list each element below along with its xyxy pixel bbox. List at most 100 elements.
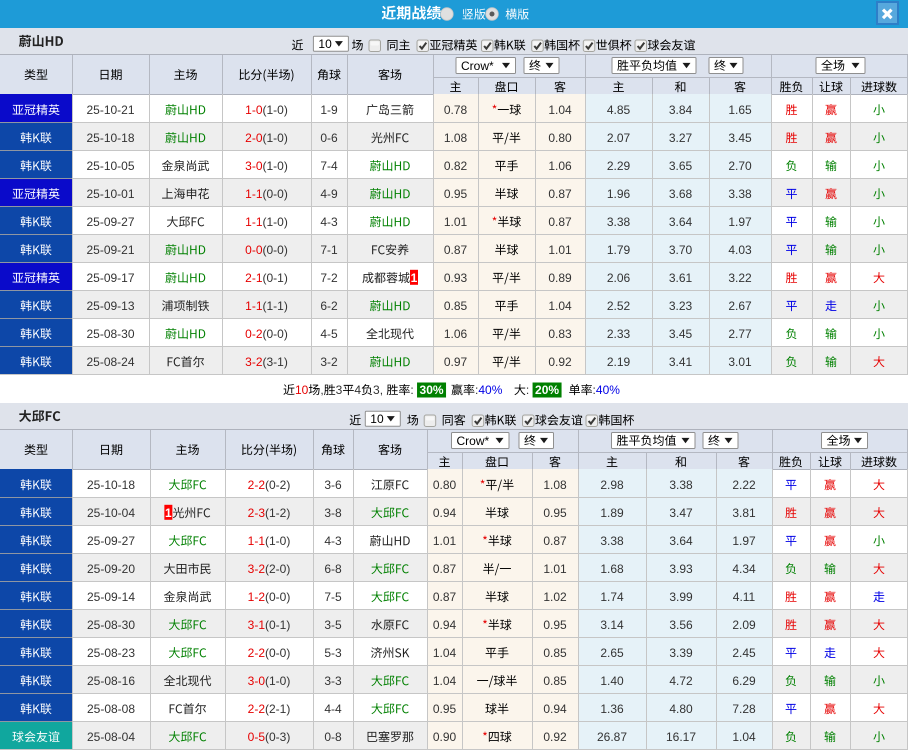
svg-text:2.65: 2.65 <box>600 646 624 660</box>
svg-text:25-10-21: 25-10-21 <box>86 103 134 117</box>
svg-text:Crow*: Crow* <box>457 434 490 448</box>
svg-text:0-8: 0-8 <box>324 730 342 744</box>
svg-text:0.89: 0.89 <box>548 271 572 285</box>
svg-text:0.80: 0.80 <box>548 131 572 145</box>
svg-text:0.94: 0.94 <box>433 506 457 520</box>
svg-text:25-08-24: 25-08-24 <box>86 355 134 369</box>
svg-text:25-08-23: 25-08-23 <box>87 646 135 660</box>
svg-text:3.41: 3.41 <box>669 355 693 369</box>
svg-text:0.94: 0.94 <box>543 702 567 716</box>
svg-text:10: 10 <box>318 37 332 51</box>
svg-text:2-2: 2-2 <box>248 702 266 716</box>
svg-text:0.93: 0.93 <box>444 271 468 285</box>
svg-text:25-10-05: 25-10-05 <box>86 159 134 173</box>
svg-text:40%: 40% <box>596 383 620 397</box>
svg-text:25-08-08: 25-08-08 <box>87 702 135 716</box>
svg-text:1.89: 1.89 <box>600 506 624 520</box>
svg-text:1.40: 1.40 <box>600 674 624 688</box>
svg-text:4-3: 4-3 <box>324 534 342 548</box>
svg-text:1: 1 <box>411 271 418 285</box>
svg-text:3.22: 3.22 <box>728 271 752 285</box>
svg-text:(0-1): (0-1) <box>263 271 288 285</box>
svg-text:4.11: 4.11 <box>733 590 756 604</box>
svg-text:(1-0): (1-0) <box>265 534 290 548</box>
svg-text:1.74: 1.74 <box>600 590 624 604</box>
svg-text:3.56: 3.56 <box>669 618 693 632</box>
svg-text:0.83: 0.83 <box>548 327 572 341</box>
svg-text:2.67: 2.67 <box>728 299 752 313</box>
svg-text:25-08-04: 25-08-04 <box>87 730 135 744</box>
svg-text:1.04: 1.04 <box>548 299 572 313</box>
svg-text:0.94: 0.94 <box>433 618 457 632</box>
svg-text:3-3: 3-3 <box>324 674 342 688</box>
svg-text:(1-1): (1-1) <box>263 299 288 313</box>
svg-text:1-0: 1-0 <box>245 103 263 117</box>
svg-text:2.70: 2.70 <box>728 159 752 173</box>
svg-text:2.06: 2.06 <box>607 271 631 285</box>
svg-text:1.97: 1.97 <box>732 534 756 548</box>
svg-text:2-0: 2-0 <box>245 131 263 145</box>
svg-text:25-08-16: 25-08-16 <box>87 674 135 688</box>
svg-text:(1-0): (1-0) <box>265 674 290 688</box>
svg-text:0.87: 0.87 <box>548 215 572 229</box>
svg-text:(2-0): (2-0) <box>265 562 290 576</box>
svg-text:3-0: 3-0 <box>248 674 266 688</box>
svg-text:25-09-27: 25-09-27 <box>86 215 134 229</box>
svg-text:1.08: 1.08 <box>543 478 567 492</box>
svg-text:1.08: 1.08 <box>444 131 468 145</box>
svg-text:25-09-17: 25-09-17 <box>86 271 134 285</box>
svg-text:1.97: 1.97 <box>728 215 752 229</box>
svg-text:25-08-30: 25-08-30 <box>87 618 135 632</box>
svg-text:1.79: 1.79 <box>607 243 631 257</box>
svg-text:2.33: 2.33 <box>607 327 631 341</box>
svg-text:16.17: 16.17 <box>666 730 696 744</box>
svg-text:3-0: 3-0 <box>245 159 263 173</box>
svg-text:2.98: 2.98 <box>600 478 624 492</box>
svg-text:1-2: 1-2 <box>248 590 266 604</box>
svg-text:0.80: 0.80 <box>433 478 457 492</box>
svg-text:40%: 40% <box>478 383 502 397</box>
svg-text:1.96: 1.96 <box>607 187 631 201</box>
svg-text:1.68: 1.68 <box>600 562 624 576</box>
svg-text:10: 10 <box>370 412 384 426</box>
svg-text:1.01: 1.01 <box>433 534 457 548</box>
svg-text:10: 10 <box>295 383 309 397</box>
svg-text:6.29: 6.29 <box>732 674 756 688</box>
svg-text:3-2: 3-2 <box>320 355 338 369</box>
svg-text:1.01: 1.01 <box>444 215 468 229</box>
svg-text:1.01: 1.01 <box>543 562 567 576</box>
svg-text:3-2: 3-2 <box>245 355 263 369</box>
svg-text:1-9: 1-9 <box>320 103 338 117</box>
svg-text:2-2: 2-2 <box>248 646 266 660</box>
svg-text:1.04: 1.04 <box>433 674 457 688</box>
svg-text:2.09: 2.09 <box>732 618 756 632</box>
svg-text:1-1: 1-1 <box>245 187 263 201</box>
svg-text:7-1: 7-1 <box>320 243 338 257</box>
svg-text:6-8: 6-8 <box>324 562 342 576</box>
svg-text:3-5: 3-5 <box>324 618 342 632</box>
svg-text:25-09-13: 25-09-13 <box>86 299 134 313</box>
svg-text:(2-1): (2-1) <box>265 702 290 716</box>
svg-text::: : <box>526 383 529 397</box>
svg-text:3.38: 3.38 <box>600 534 624 548</box>
svg-text:26.87: 26.87 <box>597 730 627 744</box>
svg-text:(3-1): (3-1) <box>263 355 288 369</box>
svg-text:2-2: 2-2 <box>248 478 266 492</box>
svg-text:4-9: 4-9 <box>320 187 338 201</box>
svg-text:(1-2): (1-2) <box>265 506 290 520</box>
svg-text:3.61: 3.61 <box>669 271 693 285</box>
svg-text:2-3: 2-3 <box>248 506 266 520</box>
svg-text:3.01: 3.01 <box>728 355 752 369</box>
svg-text:(1-0): (1-0) <box>263 131 288 145</box>
svg-text:(0-3): (0-3) <box>265 730 290 744</box>
svg-text:3-2: 3-2 <box>248 562 266 576</box>
svg-text:3.38: 3.38 <box>607 215 631 229</box>
svg-text:3-6: 3-6 <box>324 478 342 492</box>
svg-text:0.85: 0.85 <box>543 674 567 688</box>
svg-text:Crow*: Crow* <box>461 59 494 73</box>
svg-text:4-3: 4-3 <box>320 215 338 229</box>
svg-text:(0-0): (0-0) <box>265 646 290 660</box>
svg-text:2-1: 2-1 <box>245 271 263 285</box>
svg-text:25-10-18: 25-10-18 <box>87 478 135 492</box>
svg-text:0.90: 0.90 <box>433 730 457 744</box>
